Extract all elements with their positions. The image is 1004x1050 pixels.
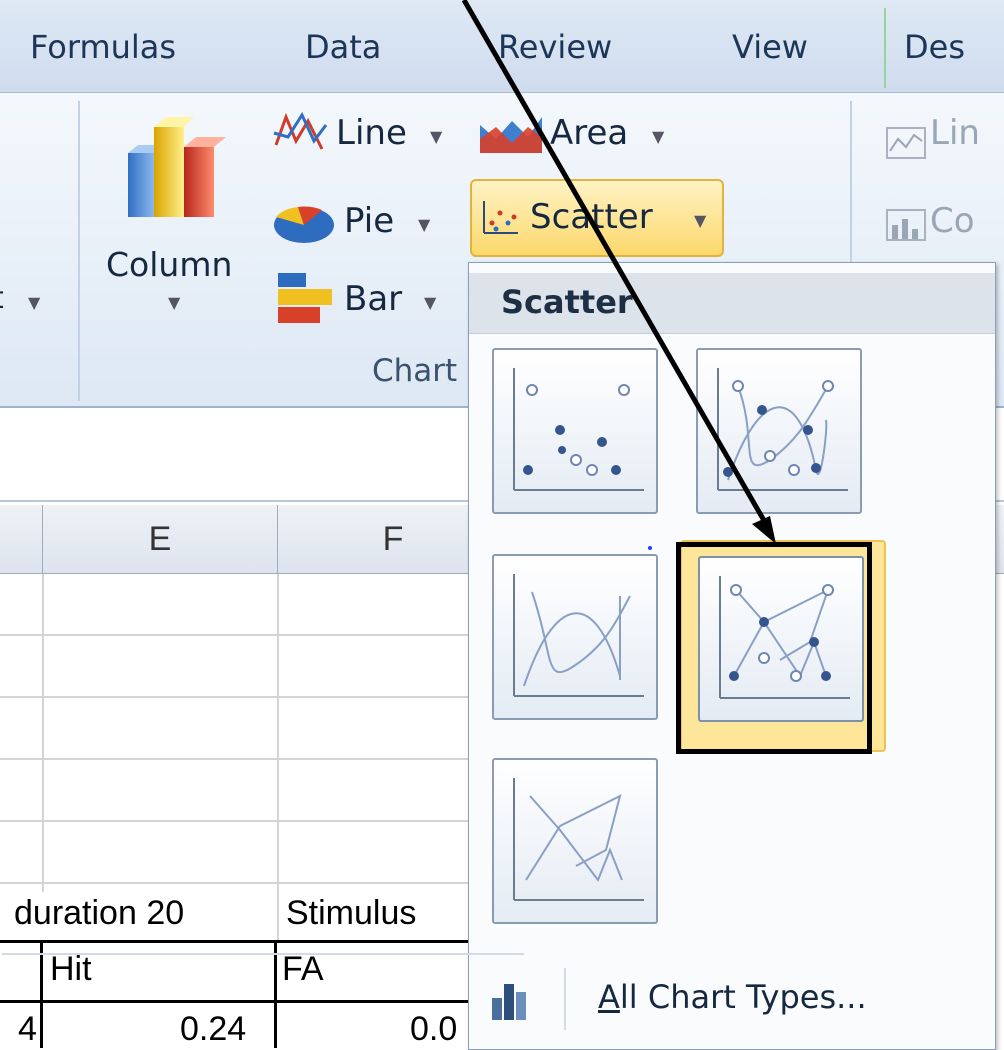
cell-stimulus-label[interactable]: Stimulus	[286, 894, 416, 933]
line-chart-label: Line	[336, 113, 407, 153]
cell-fa-value[interactable]: 0.0	[410, 1010, 457, 1049]
group-separator	[78, 101, 80, 401]
tab-formulas[interactable]: Formulas	[30, 28, 176, 66]
selection-outline-annotation	[676, 542, 872, 754]
chevron-down-icon: ▼	[430, 127, 443, 146]
cell-value[interactable]: 4	[18, 1010, 37, 1049]
gridline	[277, 882, 279, 942]
table-border	[0, 940, 480, 943]
table-border	[274, 940, 277, 1048]
chevron-down-icon: ▼	[418, 215, 431, 234]
cell-hit-header[interactable]: Hit	[50, 950, 92, 989]
scatter-smooth-lines-markers-option[interactable]	[696, 348, 862, 514]
sparkline-line-label: Lin	[930, 113, 980, 153]
table-border	[0, 1000, 480, 1003]
column-chart-icon	[128, 117, 226, 217]
gridline	[0, 696, 480, 698]
table-border	[40, 940, 43, 1048]
line-chart-icon	[273, 111, 328, 150]
scatter-markers-only-option[interactable]	[492, 348, 658, 514]
scatter-chart-icon	[483, 201, 518, 234]
gridline	[0, 758, 480, 760]
partial-button-label[interactable]: t	[0, 281, 4, 316]
contextual-tab-separator	[884, 8, 886, 88]
column-header-e[interactable]: E	[43, 505, 278, 573]
tab-view[interactable]: View	[732, 28, 808, 66]
tab-design[interactable]: Des	[904, 28, 965, 66]
gridline	[0, 634, 480, 636]
area-chart-label: Area	[550, 113, 629, 153]
scatter-smooth-lines-icon	[513, 574, 644, 697]
chevron-down-icon: ▼	[424, 293, 437, 312]
scatter-markers-only-icon	[513, 368, 644, 491]
scatter-straight-lines-icon	[513, 778, 644, 901]
scatter-chart-label: Scatter	[530, 197, 653, 237]
accelerator-key: A	[598, 978, 620, 1016]
gridline	[42, 574, 44, 892]
scatter-smooth-lines-option[interactable]	[492, 554, 658, 720]
scatter-smooth-lines-markers-icon	[717, 368, 848, 491]
tab-review[interactable]: Review	[498, 28, 612, 66]
ribbon-tab-strip: Formulas Data Review View Des	[0, 0, 1004, 93]
chevron-down-icon: ▼	[28, 293, 41, 312]
all-chart-types-button[interactable]: All Chart Types...	[486, 960, 986, 1040]
scatter-straight-lines-option[interactable]	[492, 758, 658, 924]
charts-group-label: Chart	[372, 353, 458, 389]
chevron-down-icon: ▼	[168, 293, 181, 312]
sparkline-column-icon	[886, 209, 926, 241]
cell-hit-value[interactable]: 0.24	[180, 1010, 246, 1049]
all-chart-types-label-rest: ll Chart Types...	[619, 978, 867, 1016]
icon-divider	[564, 968, 566, 1030]
dropdown-title: Scatter	[501, 283, 633, 321]
gridline	[0, 882, 480, 884]
chevron-down-icon: ▼	[652, 127, 665, 146]
pie-chart-icon	[274, 206, 334, 243]
column-chart-label: Column	[106, 245, 233, 284]
chevron-down-icon: ▼	[694, 211, 707, 230]
pie-chart-label: Pie	[344, 201, 395, 241]
dropdown-divider	[2, 953, 524, 955]
gridline	[277, 574, 279, 892]
sparkline-line-icon	[886, 127, 926, 159]
tab-data[interactable]: Data	[305, 28, 381, 66]
all-chart-types-label: All Chart Types...	[598, 978, 867, 1016]
sparkline-column-label: Co	[930, 201, 975, 241]
area-chart-icon	[480, 117, 542, 153]
all-chart-types-icon	[492, 984, 526, 1020]
scatter-chart-button[interactable]: Scatter ▼	[470, 179, 724, 257]
bar-chart-icon	[278, 273, 332, 323]
dropdown-header: Scatter	[469, 273, 995, 334]
column-header-partial[interactable]	[0, 505, 43, 573]
gridline	[0, 820, 480, 822]
bar-chart-label: Bar	[344, 279, 403, 319]
cell-duration-label[interactable]: duration 20	[14, 894, 184, 933]
cell-fa-header[interactable]: FA	[282, 950, 324, 989]
